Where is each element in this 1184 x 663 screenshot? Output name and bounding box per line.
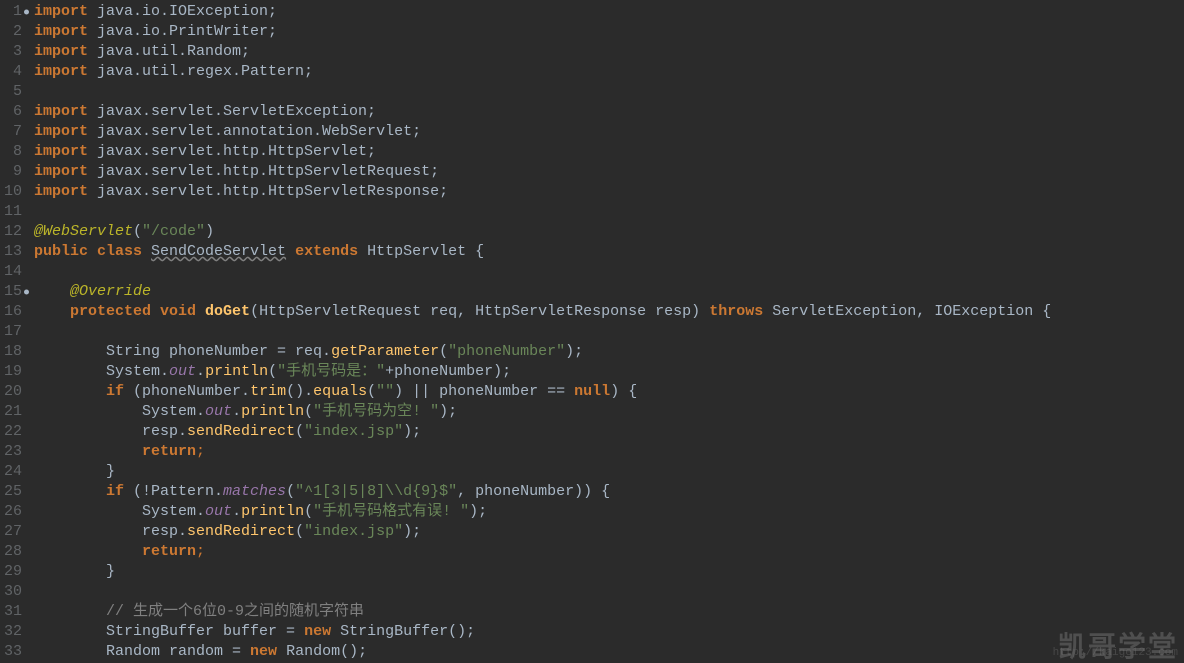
line-number: 23 [0,442,22,462]
code-line[interactable]: import java.io.IOException; [34,2,1051,22]
line-number: 1 [0,2,22,22]
line-number: 31 [0,602,22,622]
code-line[interactable]: public class SendCodeServlet extends Htt… [34,242,1051,262]
code-line[interactable]: System.out.println("手机号码为空! "); [34,402,1051,422]
code-line[interactable]: import javax.servlet.ServletException; [34,102,1051,122]
line-number: 2 [0,22,22,42]
line-number: 7 [0,122,22,142]
code-line[interactable]: // 生成一个6位0-9之间的随机字符串 [34,602,1051,622]
line-number: 4 [0,62,22,82]
code-line[interactable] [34,202,1051,222]
line-number: 20 [0,382,22,402]
line-number: 16 [0,302,22,322]
code-line[interactable]: } [34,462,1051,482]
code-line[interactable]: import javax.servlet.http.HttpServletRes… [34,182,1051,202]
code-line[interactable]: import javax.servlet.annotation.WebServl… [34,122,1051,142]
code-line[interactable]: Random random = new Random(); [34,642,1051,662]
code-line[interactable]: protected void doGet(HttpServletRequest … [34,302,1051,322]
code-line[interactable]: import javax.servlet.http.HttpServletReq… [34,162,1051,182]
line-number: 29 [0,562,22,582]
code-line[interactable]: resp.sendRedirect("index.jsp"); [34,422,1051,442]
code-line[interactable]: if (!Pattern.matches("^1[3|5|8]\\d{9}$",… [34,482,1051,502]
line-number: 11 [0,202,22,222]
code-line[interactable]: import java.util.Random; [34,42,1051,62]
code-line[interactable]: @WebServlet("/code") [34,222,1051,242]
code-line[interactable]: import java.io.PrintWriter; [34,22,1051,42]
line-number: 28 [0,542,22,562]
line-number-gutter: 1234567891011121314151617181920212223242… [0,0,26,663]
code-line[interactable] [34,322,1051,342]
line-number: 3 [0,42,22,62]
line-number: 15 [0,282,22,302]
line-number: 12 [0,222,22,242]
watermark-url: http://kaige123.com [1053,643,1178,663]
line-number: 25 [0,482,22,502]
line-number: 14 [0,262,22,282]
code-line[interactable]: if (phoneNumber.trim().equals("") || pho… [34,382,1051,402]
line-number: 30 [0,582,22,602]
code-line[interactable] [34,582,1051,602]
code-line[interactable] [34,82,1051,102]
line-number: 32 [0,622,22,642]
line-number: 18 [0,342,22,362]
line-number: 24 [0,462,22,482]
code-line[interactable]: } [34,562,1051,582]
code-line[interactable]: return; [34,542,1051,562]
line-number: 13 [0,242,22,262]
code-line[interactable]: @Override [34,282,1051,302]
line-number: 33 [0,642,22,662]
line-number: 17 [0,322,22,342]
line-number: 19 [0,362,22,382]
code-line[interactable]: return; [34,442,1051,462]
code-editor[interactable]: 1234567891011121314151617181920212223242… [0,0,1184,663]
code-line[interactable]: String phoneNumber = req.getParameter("p… [34,342,1051,362]
line-number: 21 [0,402,22,422]
line-number: 26 [0,502,22,522]
line-number: 10 [0,182,22,202]
code-line[interactable]: StringBuffer buffer = new StringBuffer()… [34,622,1051,642]
code-line[interactable] [34,262,1051,282]
code-line[interactable]: import java.util.regex.Pattern; [34,62,1051,82]
line-number: 5 [0,82,22,102]
code-line[interactable]: import javax.servlet.http.HttpServlet; [34,142,1051,162]
line-number: 6 [0,102,22,122]
line-number: 8 [0,142,22,162]
code-line[interactable]: System.out.println("手机号码格式有误! "); [34,502,1051,522]
line-number: 22 [0,422,22,442]
code-line[interactable]: System.out.println("手机号码是："+phoneNumber)… [34,362,1051,382]
line-number: 9 [0,162,22,182]
code-line[interactable]: resp.sendRedirect("index.jsp"); [34,522,1051,542]
line-number: 27 [0,522,22,542]
code-area[interactable]: import java.io.IOException;import java.i… [26,0,1051,663]
